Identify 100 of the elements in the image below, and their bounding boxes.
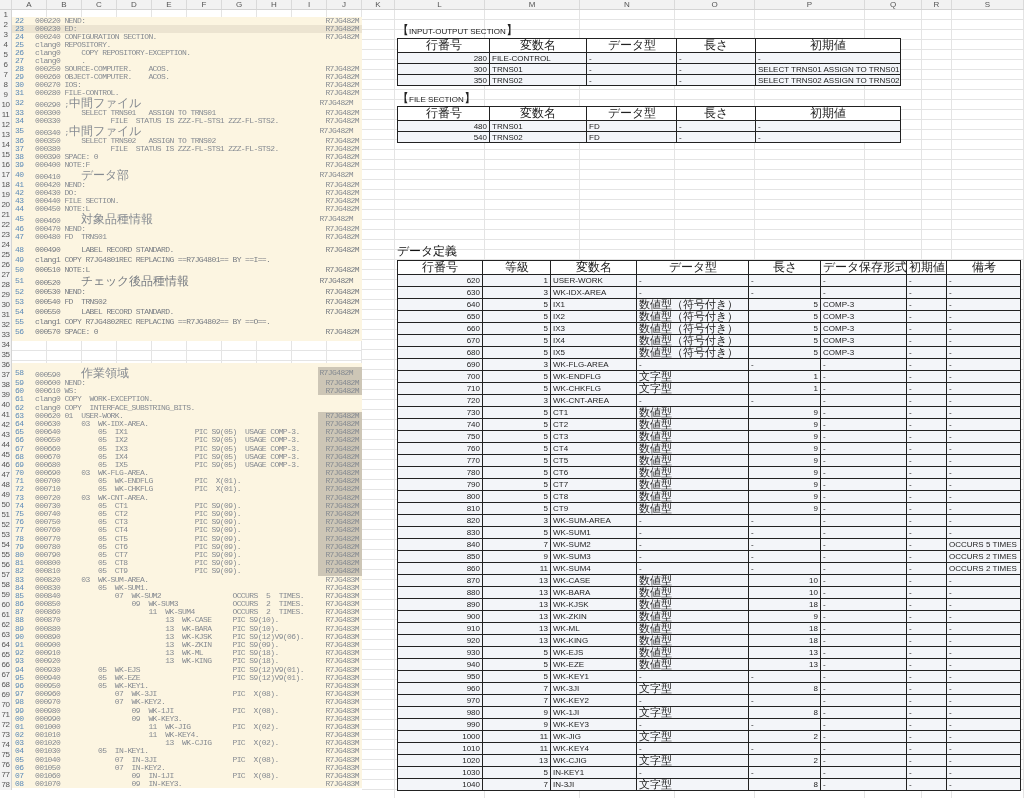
column-header[interactable]: K	[362, 0, 395, 9]
column-header[interactable]: M	[485, 0, 580, 9]
row-header[interactable]: 8	[0, 80, 11, 90]
row-header[interactable]: 57	[0, 570, 11, 580]
column-header[interactable]: Q	[865, 0, 922, 9]
row-header[interactable]: 27	[0, 270, 11, 280]
column-header[interactable]: R	[922, 0, 952, 9]
row-header[interactable]: 5	[0, 50, 11, 60]
column-header[interactable]: C	[82, 0, 117, 9]
row-header[interactable]: 55	[0, 550, 11, 560]
column-header[interactable]: I	[292, 0, 327, 9]
row-header[interactable]: 31	[0, 310, 11, 320]
row-header[interactable]: 28	[0, 280, 11, 290]
row-header[interactable]: 25	[0, 250, 11, 260]
row-header[interactable]: 44	[0, 440, 11, 450]
record-id: R7JG482M	[318, 25, 362, 33]
row-header[interactable]: 30	[0, 300, 11, 310]
row-header[interactable]: 48	[0, 480, 11, 490]
row-header[interactable]: 20	[0, 200, 11, 210]
row-header[interactable]: 18	[0, 180, 11, 190]
row-header[interactable]: 73	[0, 730, 11, 740]
row-header[interactable]: 62	[0, 620, 11, 630]
row-header[interactable]: 61	[0, 610, 11, 620]
row-header[interactable]: 41	[0, 410, 11, 420]
row-header[interactable]: 32	[0, 320, 11, 330]
row-header[interactable]: 21	[0, 210, 11, 220]
row-header[interactable]: 33	[0, 330, 11, 340]
row-header[interactable]: 64	[0, 640, 11, 650]
row-header[interactable]: 58	[0, 580, 11, 590]
row-header[interactable]: 45	[0, 450, 11, 460]
row-header[interactable]: 2	[0, 20, 11, 30]
column-header[interactable]: O	[675, 0, 755, 9]
table-cell: 9	[748, 442, 821, 455]
row-header[interactable]: 38	[0, 380, 11, 390]
column-header[interactable]: S	[952, 0, 1024, 9]
row-header[interactable]: 11	[0, 110, 11, 120]
row-header[interactable]: 47	[0, 470, 11, 480]
row-header[interactable]: 71	[0, 710, 11, 720]
column-header[interactable]: E	[152, 0, 187, 9]
table-cell: -	[906, 694, 947, 707]
column-heading: データ型	[586, 38, 677, 53]
row-header[interactable]: 52	[0, 520, 11, 530]
row-header[interactable]: 77	[0, 770, 11, 780]
row-header[interactable]: 78	[0, 780, 11, 790]
column-header[interactable]: P	[755, 0, 865, 9]
row-header[interactable]: 9	[0, 90, 11, 100]
row-header[interactable]: 59	[0, 590, 11, 600]
row-header[interactable]: 65	[0, 650, 11, 660]
row-header[interactable]: 49	[0, 490, 11, 500]
row-header[interactable]: 40	[0, 400, 11, 410]
column-header[interactable]: H	[257, 0, 292, 9]
row-header[interactable]: 39	[0, 390, 11, 400]
row-header[interactable]: 72	[0, 720, 11, 730]
row-header[interactable]: 29	[0, 290, 11, 300]
row-header[interactable]: 16	[0, 160, 11, 170]
column-header[interactable]: G	[222, 0, 257, 9]
row-header[interactable]: 24	[0, 240, 11, 250]
row-header[interactable]: 51	[0, 510, 11, 520]
row-header[interactable]: 67	[0, 670, 11, 680]
row-header[interactable]: 15	[0, 150, 11, 160]
row-header[interactable]: 36	[0, 360, 11, 370]
row-header[interactable]: 60	[0, 600, 11, 610]
row-header[interactable]: 75	[0, 750, 11, 760]
row-header[interactable]: 14	[0, 140, 11, 150]
row-header[interactable]: 1	[0, 10, 11, 20]
row-header[interactable]: 69	[0, 690, 11, 700]
row-header[interactable]: 76	[0, 760, 11, 770]
row-header[interactable]: 37	[0, 370, 11, 380]
column-header[interactable]: N	[580, 0, 675, 9]
column-header[interactable]: A	[12, 0, 47, 9]
row-header[interactable]: 12	[0, 120, 11, 130]
row-header[interactable]: 68	[0, 680, 11, 690]
row-header[interactable]: 17	[0, 170, 11, 180]
row-header[interactable]: 46	[0, 460, 11, 470]
row-header[interactable]: 35	[0, 350, 11, 360]
row-header[interactable]: 74	[0, 740, 11, 750]
row-header[interactable]: 63	[0, 630, 11, 640]
column-header[interactable]: L	[395, 0, 485, 9]
row-header[interactable]: 4	[0, 40, 11, 50]
row-header[interactable]: 13	[0, 130, 11, 140]
row-header[interactable]: 34	[0, 340, 11, 350]
row-header[interactable]: 7	[0, 70, 11, 80]
row-header[interactable]: 50	[0, 500, 11, 510]
row-header[interactable]: 56	[0, 560, 11, 570]
row-header[interactable]: 66	[0, 660, 11, 670]
row-header[interactable]: 23	[0, 230, 11, 240]
row-header[interactable]: 22	[0, 220, 11, 230]
row-header[interactable]: 70	[0, 700, 11, 710]
row-header[interactable]: 3	[0, 30, 11, 40]
row-header[interactable]: 42	[0, 420, 11, 430]
row-header[interactable]: 26	[0, 260, 11, 270]
column-header[interactable]: D	[117, 0, 152, 9]
column-header[interactable]: F	[187, 0, 222, 9]
row-header[interactable]: 10	[0, 100, 11, 110]
row-header[interactable]: 19	[0, 190, 11, 200]
column-header[interactable]: B	[47, 0, 82, 9]
row-header[interactable]: 43	[0, 430, 11, 440]
row-header[interactable]: 53	[0, 530, 11, 540]
row-header[interactable]: 6	[0, 60, 11, 70]
row-header[interactable]: 54	[0, 540, 11, 550]
